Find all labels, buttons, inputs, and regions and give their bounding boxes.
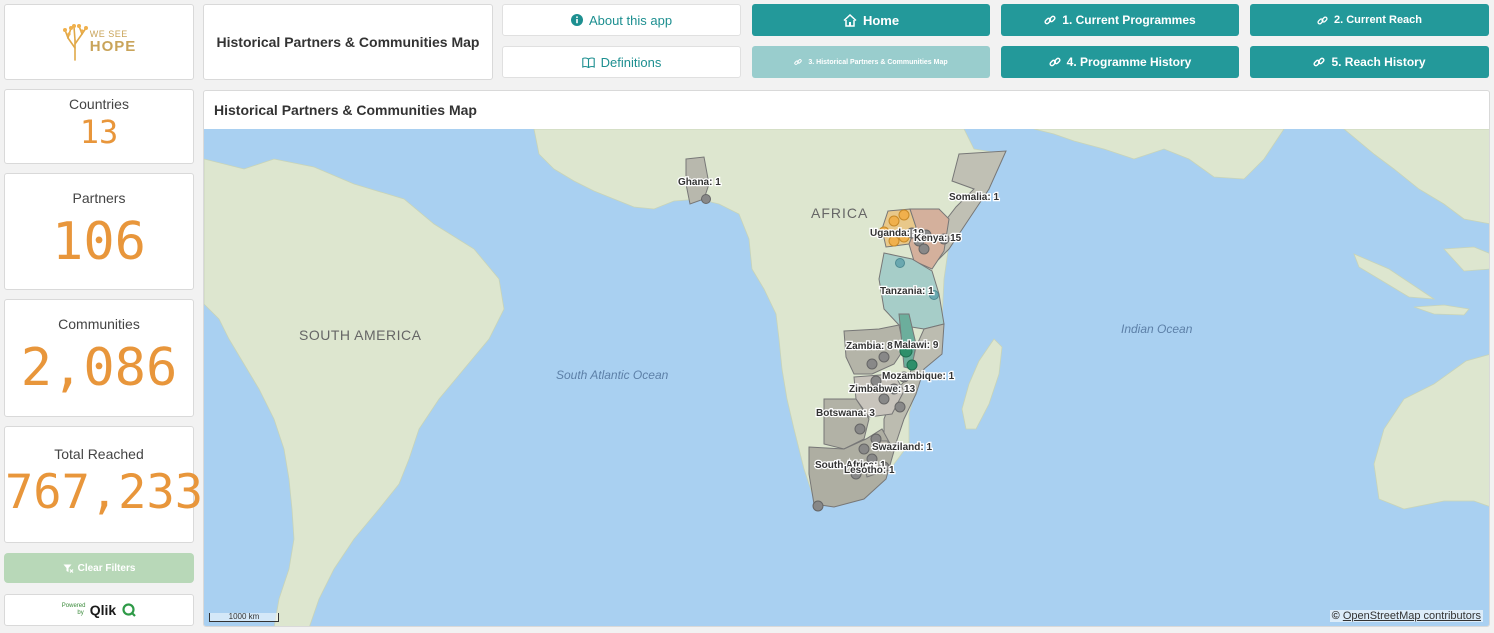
kpi-communities-value: 2,086	[20, 338, 178, 398]
historical-map-button[interactable]: 3. Historical Partners & Communities Map	[752, 46, 990, 78]
map-attribution[interactable]: © OpenStreetMap contributors	[1329, 610, 1483, 622]
map-canvas[interactable]: AFRICA SOUTH AMERICA South Atlantic Ocea…	[204, 129, 1490, 627]
attribution-link[interactable]: OpenStreetMap contributors	[1343, 610, 1481, 622]
marker[interactable]	[858, 443, 870, 455]
indonesia-landmass	[1353, 246, 1489, 316]
marker[interactable]	[918, 243, 930, 255]
app-title-card: Historical Partners & Communities Map	[203, 4, 493, 80]
page-title: Historical Partners & Communities Map	[216, 34, 480, 50]
madagascar-landmass	[961, 338, 1003, 430]
current-reach-button[interactable]: 2. Current Reach	[1250, 4, 1489, 36]
clear-filters-button[interactable]: Clear Filters	[4, 553, 194, 583]
marker[interactable]	[906, 359, 918, 371]
map-title: Historical Partners & Communities Map	[214, 102, 477, 118]
marker[interactable]	[701, 194, 711, 204]
current-reach-label: 2. Current Reach	[1333, 14, 1423, 26]
info-icon	[570, 14, 583, 26]
label-zambia: Zambia: 8	[846, 341, 893, 352]
marker[interactable]	[878, 351, 890, 363]
marker[interactable]	[812, 500, 824, 512]
clear-filter-icon	[63, 564, 74, 573]
tree-icon	[62, 24, 88, 61]
reach-history-label: 5. Reach History	[1331, 55, 1426, 69]
marker[interactable]	[854, 423, 866, 435]
logo-line2: HOPE	[89, 38, 137, 55]
label-lesotho: Lesotho: 1	[844, 465, 895, 476]
africa-label: AFRICA	[811, 205, 868, 221]
link-icon	[1317, 16, 1328, 24]
marker[interactable]	[888, 215, 900, 227]
label-tanzania: Tanzania: 1	[880, 286, 934, 297]
powered-by-qlik[interactable]: Powered by Qlik	[4, 594, 194, 626]
marker[interactable]	[894, 401, 906, 413]
southeast-asia-landmass	[1343, 129, 1489, 225]
marker[interactable]	[878, 393, 890, 405]
we-see-hope-logo: WE SEE HOPE	[62, 22, 137, 62]
programme-history-button[interactable]: 4. Programme History	[1001, 46, 1239, 78]
definitions-button[interactable]: Definitions	[502, 46, 741, 78]
indian-ocean-label: Indian Ocean	[1121, 322, 1193, 336]
link-icon	[1049, 57, 1061, 67]
map-panel: Historical Partners & Communities Map AF…	[203, 90, 1490, 627]
label-mozambique: Mozambique: 1	[882, 371, 955, 382]
current-programmes-label: 1. Current Programmes	[1062, 13, 1196, 27]
world-map[interactable]: AFRICA SOUTH AMERICA South Atlantic Ocea…	[204, 129, 1490, 627]
home-label: Home	[862, 12, 900, 28]
map-scale-bar: 1000 km	[209, 613, 279, 622]
about-button[interactable]: About this app	[502, 4, 741, 36]
kpi-communities-label: Communities	[58, 316, 140, 332]
label-somalia: Somalia: 1	[949, 192, 999, 203]
logo-card: WE SEE HOPE	[4, 4, 194, 80]
kpi-total-reached-value: 767,233	[5, 465, 204, 520]
marker[interactable]	[895, 258, 905, 268]
label-botswana: Botswana: 3	[816, 408, 875, 419]
label-swaziland: Swaziland: 1	[872, 442, 932, 453]
kpi-partners-label: Partners	[72, 190, 126, 206]
kpi-countries-label: Countries	[69, 96, 129, 112]
reach-history-button[interactable]: 5. Reach History	[1250, 46, 1489, 78]
definitions-label: Definitions	[600, 54, 662, 70]
south-america-landmass	[204, 158, 505, 626]
kpi-communities[interactable]: Communities 2,086	[4, 299, 194, 417]
kpi-total-reached[interactable]: Total Reached 767,233	[4, 426, 204, 543]
home-icon	[843, 13, 857, 27]
link-icon	[1313, 57, 1326, 67]
south-america-label: SOUTH AMERICA	[299, 327, 422, 343]
label-zimbabwe: Zimbabwe: 13	[849, 384, 916, 395]
qlik-brand: Qlik	[89, 602, 117, 618]
qlik-powered-label: Powered by	[61, 603, 86, 616]
kpi-countries[interactable]: Countries 13	[4, 89, 194, 164]
current-programmes-button[interactable]: 1. Current Programmes	[1001, 4, 1239, 36]
kpi-countries-value: 13	[79, 113, 119, 151]
link-icon	[1044, 15, 1056, 25]
label-malawi: Malawi: 9	[894, 340, 939, 351]
asia-landmass	[1033, 129, 1285, 180]
marker[interactable]	[898, 209, 910, 221]
clear-filters-label: Clear Filters	[77, 562, 136, 574]
kpi-partners[interactable]: Partners 106	[4, 173, 194, 290]
atlantic-ocean-label: South Atlantic Ocean	[556, 368, 669, 382]
kpi-total-reached-label: Total Reached	[54, 446, 144, 462]
link-icon	[794, 59, 803, 65]
about-label: About this app	[588, 12, 673, 28]
book-icon	[581, 56, 595, 68]
label-ghana: Ghana: 1	[678, 177, 721, 188]
programme-history-label: 4. Programme History	[1066, 55, 1192, 69]
label-kenya: Kenya: 15	[914, 233, 962, 244]
marker[interactable]	[866, 358, 878, 370]
historical-map-label: 3. Historical Partners & Communities Map	[808, 58, 948, 66]
australia-landmass	[1373, 354, 1489, 510]
qlik-logo-icon	[122, 603, 137, 617]
kpi-partners-value: 106	[52, 212, 146, 272]
home-button[interactable]: Home	[752, 4, 990, 36]
attribution-prefix: ©	[1331, 610, 1340, 622]
